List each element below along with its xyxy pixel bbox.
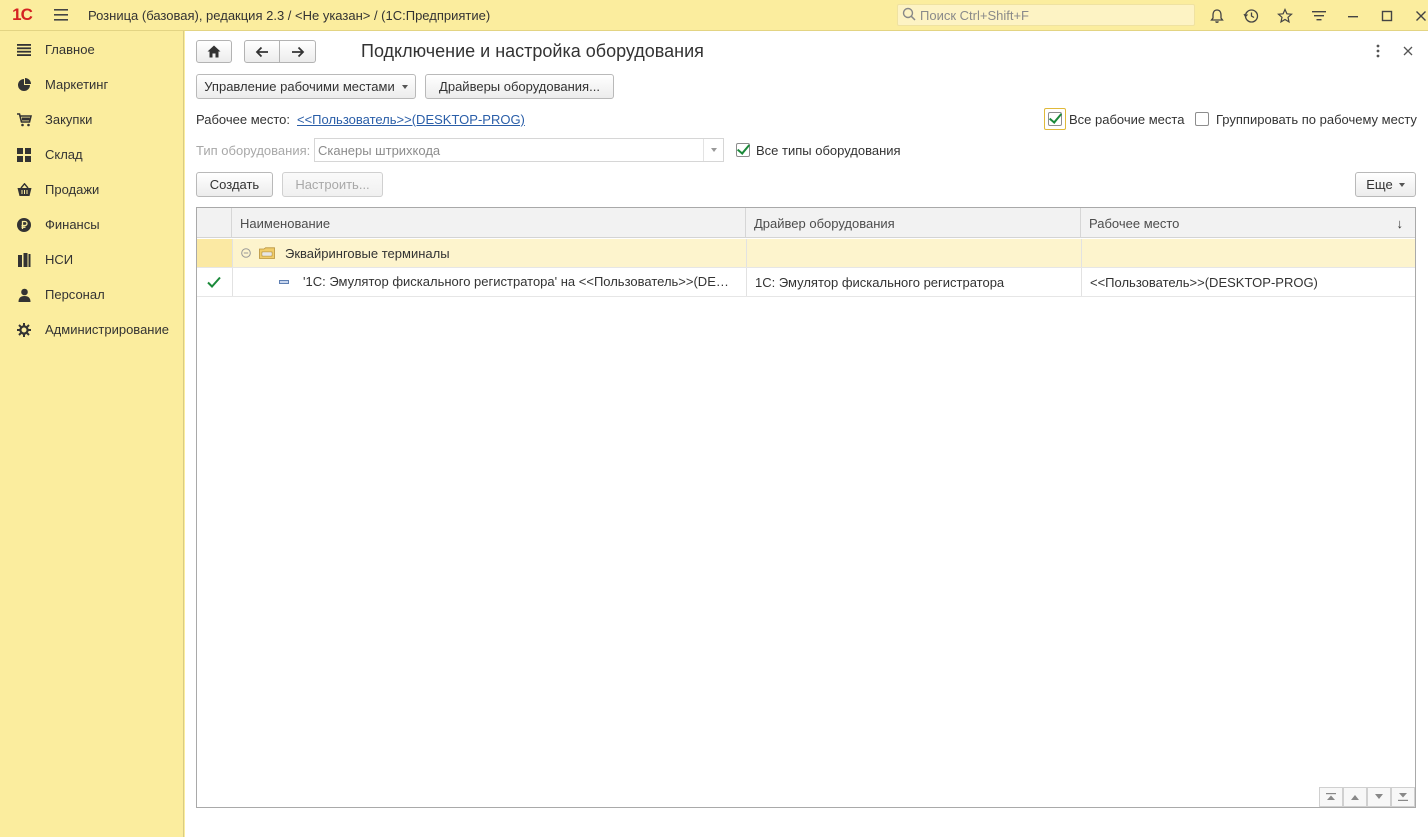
scroll-up-icon[interactable] xyxy=(1343,787,1367,807)
sidebar-item-label: Финансы xyxy=(45,217,100,232)
main-panel: Подключение и настройка оборудования Упр… xyxy=(185,31,1428,837)
sidebar-item-main[interactable]: Главное xyxy=(0,32,183,67)
chevron-down-icon xyxy=(710,148,717,152)
manage-workplaces-button[interactable]: Управление рабочими местами xyxy=(196,74,416,99)
column-header-workplace[interactable]: Рабочее место ↓ xyxy=(1081,208,1415,238)
folder-icon xyxy=(259,239,277,267)
collapse-icon[interactable] xyxy=(241,239,255,267)
hamburger-menu-icon[interactable] xyxy=(44,0,78,31)
search-box[interactable] xyxy=(897,4,1195,26)
all-types-checkbox[interactable] xyxy=(736,143,750,157)
sidebar-item-label: Продажи xyxy=(45,182,100,197)
app-title: Розница (базовая), редакция 2.3 / <Не ук… xyxy=(88,7,491,23)
dropdown-caret-icon xyxy=(401,84,408,89)
table-row[interactable]: '1С: Эмулятор фискального регистратора' … xyxy=(197,268,1415,297)
equipment-table: Наименование Драйвер оборудования Рабоче… xyxy=(196,207,1416,808)
table-scroll-buttons xyxy=(1319,787,1415,807)
ruble-icon xyxy=(16,217,32,233)
sidebar-item-label: Персонал xyxy=(45,287,105,302)
column-header-name[interactable]: Наименование xyxy=(232,208,746,238)
table-header: Наименование Драйвер оборудования Рабоче… xyxy=(197,208,1415,238)
sidebar-item-nsi[interactable]: НСИ xyxy=(0,242,183,277)
bell-icon[interactable] xyxy=(1200,0,1234,31)
create-button[interactable]: Создать xyxy=(196,172,273,197)
row-driver-cell: 1С: Эмулятор фискального регистратора xyxy=(755,274,1005,290)
grid-icon xyxy=(16,147,32,163)
group-by-workplace-label: Группировать по рабочему месту xyxy=(1216,112,1417,127)
sidebar-item-purchases[interactable]: Закупки xyxy=(0,102,183,137)
home-icon xyxy=(207,45,221,58)
equipment-type-input[interactable] xyxy=(315,142,700,158)
close-form-icon[interactable] xyxy=(1398,41,1418,61)
sidebar-item-label: Маркетинг xyxy=(45,77,109,92)
basket-icon xyxy=(16,182,32,198)
equipment-type-label: Тип оборудования: xyxy=(196,143,311,158)
sidebar-item-sales[interactable]: Продажи xyxy=(0,172,183,207)
sort-arrow-icon: ↓ xyxy=(1396,215,1404,231)
filter-list-icon[interactable] xyxy=(1302,0,1336,31)
group-by-workplace-checkbox[interactable] xyxy=(1195,112,1209,126)
page-title: Подключение и настройка оборудования xyxy=(361,41,704,61)
back-button[interactable] xyxy=(244,40,280,63)
close-window-icon[interactable] xyxy=(1404,0,1428,31)
more-label: Еще xyxy=(1366,177,1393,192)
sidebar-item-label: НСИ xyxy=(45,252,74,267)
workplace-link[interactable]: <<Пользователь>>(DESKTOP-PROG) xyxy=(297,112,525,127)
sidebar-item-warehouse[interactable]: Склад xyxy=(0,137,183,172)
forward-button[interactable] xyxy=(280,40,316,63)
all-types-label: Все типы оборудования xyxy=(756,143,901,158)
column-header-driver[interactable]: Драйвер оборудования xyxy=(746,208,1081,238)
all-workplaces-label: Все рабочие места xyxy=(1069,112,1185,127)
sidebar-item-label: Склад xyxy=(45,147,83,162)
menu-lines-icon xyxy=(16,42,32,58)
dropdown-caret-icon xyxy=(1398,182,1405,187)
row-name-cell: '1С: Эмулятор фискального регистратора' … xyxy=(303,274,737,289)
sidebar-item-administration[interactable]: Администрирование xyxy=(0,312,183,347)
scroll-to-top-icon[interactable] xyxy=(1319,787,1343,807)
pie-chart-icon xyxy=(16,77,32,93)
sidebar: Главное Маркетинг Закупки Склад Продажи … xyxy=(0,31,184,837)
sidebar-item-label: Закупки xyxy=(45,112,93,127)
app-logo[interactable]: 1С xyxy=(0,0,44,31)
scroll-down-icon[interactable] xyxy=(1367,787,1391,807)
equipment-drivers-button[interactable]: Драйверы оборудования... xyxy=(425,74,614,99)
arrow-right-icon xyxy=(291,46,304,57)
scroll-to-bottom-icon[interactable] xyxy=(1391,787,1415,807)
sidebar-item-label: Главное xyxy=(45,42,95,57)
group-row-name: Эквайринговые терминалы xyxy=(285,245,450,261)
search-icon xyxy=(902,7,916,24)
arrow-left-icon xyxy=(255,46,268,57)
search-input[interactable] xyxy=(920,7,1190,23)
table-group-row[interactable]: Эквайринговые терминалы xyxy=(197,239,1415,268)
workplace-label: Рабочее место: xyxy=(196,112,291,127)
sidebar-item-label: Администрирование xyxy=(45,322,169,337)
cart-icon xyxy=(16,112,32,128)
books-icon xyxy=(16,252,32,268)
more-actions-icon[interactable] xyxy=(1368,41,1388,61)
header-check-column xyxy=(197,208,232,238)
sidebar-item-marketing[interactable]: Маркетинг xyxy=(0,67,183,102)
column-header-workplace-label: Рабочее место xyxy=(1089,215,1180,231)
manage-workplaces-label: Управление рабочими местами xyxy=(204,79,395,94)
equipment-type-field[interactable] xyxy=(314,138,724,162)
item-marker-icon xyxy=(279,268,291,296)
person-icon xyxy=(16,287,32,303)
checkmark-icon xyxy=(207,268,227,296)
configure-button[interactable]: Настроить... xyxy=(282,172,383,197)
sidebar-item-finance[interactable]: Финансы xyxy=(0,207,183,242)
maximize-icon[interactable] xyxy=(1370,0,1404,31)
gear-icon xyxy=(16,322,32,338)
row-workplace-cell: <<Пользователь>>(DESKTOP-PROG) xyxy=(1090,274,1318,290)
sidebar-item-personnel[interactable]: Персонал xyxy=(0,277,183,312)
more-button[interactable]: Еще xyxy=(1355,172,1416,197)
history-icon[interactable] xyxy=(1234,0,1268,31)
home-button[interactable] xyxy=(196,40,232,63)
equipment-type-dropdown-button[interactable] xyxy=(703,139,723,161)
all-workplaces-checkbox[interactable] xyxy=(1048,112,1062,126)
top-bar: 1С Розница (базовая), редакция 2.3 / <Не… xyxy=(0,0,1428,31)
group-row-marker xyxy=(197,239,232,267)
minimize-icon[interactable] xyxy=(1336,0,1370,31)
star-icon[interactable] xyxy=(1268,0,1302,31)
